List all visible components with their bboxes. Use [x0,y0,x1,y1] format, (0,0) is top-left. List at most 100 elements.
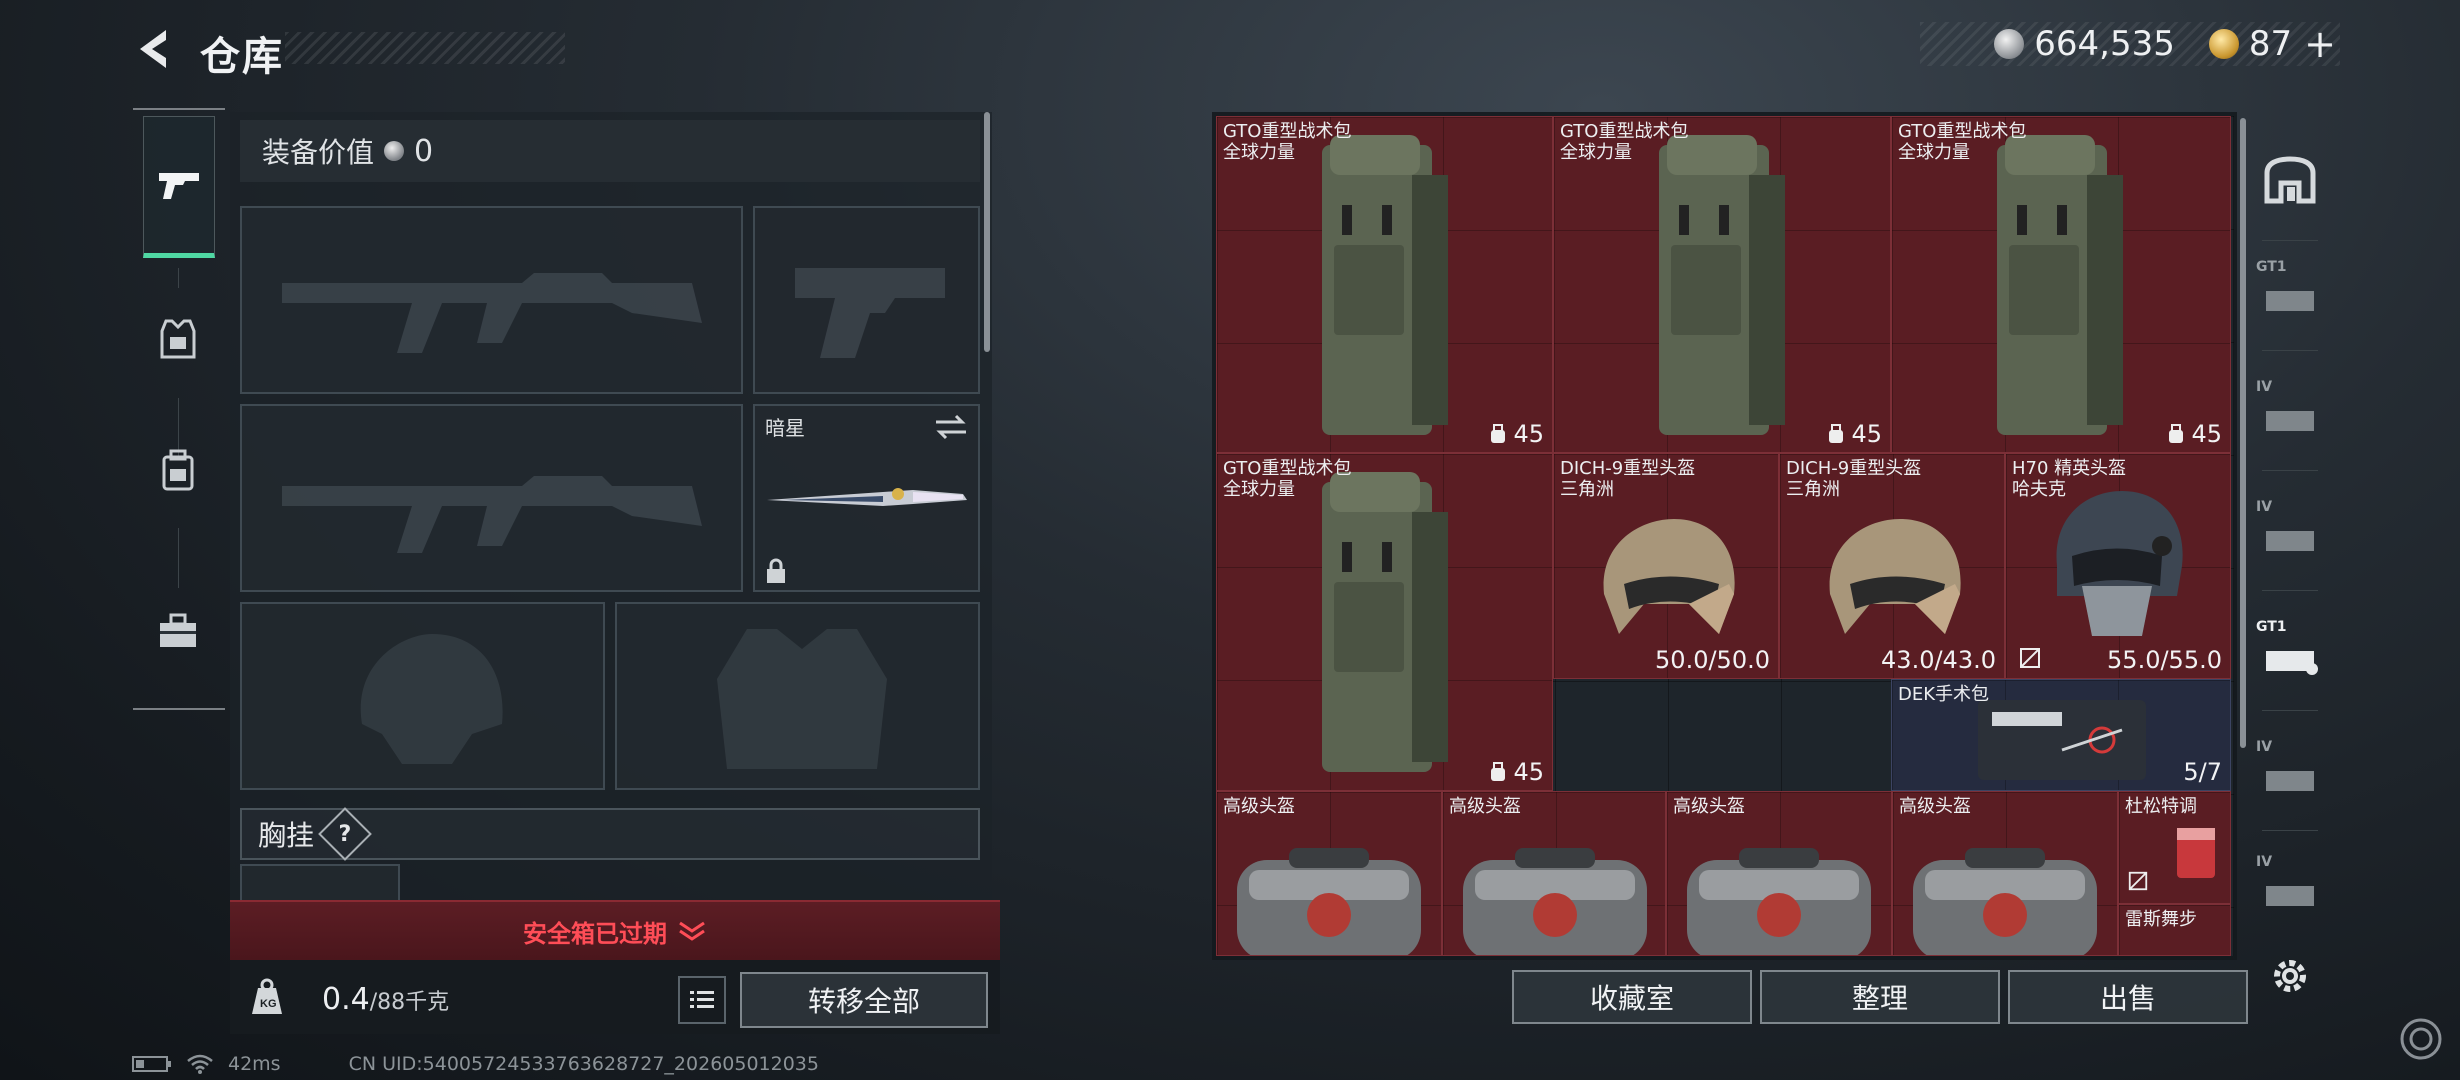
item-name: GTO重型战术包 [1560,121,1689,142]
rifle-silhouette-icon [282,273,702,353]
primary-weapon-slot[interactable] [240,206,743,394]
item-name: DEK手术包 [1898,684,1990,705]
stash-page-icon [2266,651,2318,675]
stash-page-tag: GT1 [2256,619,2287,635]
user-uid: CN UID:54005724533763628727_202605012035 [348,1053,819,1075]
transfer-all-button[interactable]: 转移全部 [740,972,988,1028]
tab-weapons[interactable] [143,116,215,258]
stash-item-medkit[interactable]: DEK手术包 5/7 [1891,679,2231,791]
item-brand: 全球力量 [1223,479,1295,500]
stash-item-backpack[interactable]: GTO重型战术包 全球力量 45 [1216,453,1553,791]
stash-item-backpack[interactable]: GTO重型战术包 全球力量 45 [1891,116,2231,453]
tab-backpack[interactable] [143,436,213,506]
lock-icon [767,558,785,583]
stash-page-icon [2266,771,2314,791]
silver-coin-icon [384,141,405,161]
stash-item-consumable[interactable]: 雷斯舞步 [2118,904,2231,956]
item-name: 高级头盔 [1899,796,1971,817]
no-repair-icon [2128,871,2148,891]
knife-icon [767,488,967,506]
list-view-button[interactable] [678,976,726,1024]
tab-stash-page-5[interactable]: IV [2250,735,2330,815]
weight-max: /88千克 [369,990,450,1015]
stash-item-case[interactable]: 高级头盔 [1666,791,1892,956]
item-count: 45 [1513,758,1544,786]
tab-stash-page-2[interactable]: IV [2250,375,2330,455]
stash-item-case[interactable]: 高级头盔 [1892,791,2118,956]
stash-item-case[interactable]: 高级头盔 [1216,791,1442,956]
swap-icon[interactable] [934,414,968,440]
stash-page-tag: IV [2256,499,2273,515]
list-icon [690,991,714,1008]
help-button[interactable]: ? [318,807,372,861]
item-brand: 全球力量 [1898,142,1970,163]
item-name: 高级头盔 [1449,796,1521,817]
stash-item-drink[interactable]: 杜松特调 [2118,791,2231,904]
sort-button[interactable]: 整理 [1760,970,2000,1024]
gold-balance: 87 [2248,24,2293,64]
durability: 55.0/55.0 [2107,646,2222,674]
tab-stash-page-4-active[interactable]: GT1 [2250,615,2330,695]
item-count: 45 [2191,420,2222,448]
backpack-icon [1322,472,1448,772]
item-brand: 全球力量 [1560,142,1632,163]
stash-page-tag: IV [2256,379,2273,395]
no-repair-icon [2020,648,2040,668]
capacity-icon [1829,424,1844,443]
chest-rig-subslot[interactable] [240,864,400,904]
stash-item-helmet[interactable]: DICH-9重型头盔 三角洲 43.0/43.0 [1779,453,2005,679]
safe-box-status: 安全箱已过期 [523,919,667,948]
back-button[interactable] [130,24,180,74]
item-name: 雷斯舞步 [2125,909,2197,930]
helmet-icon [1603,519,1735,634]
rail-divider [133,108,225,110]
capacity-bar: KG 0.4/88千克 转移全部 [230,960,1000,1034]
tab-stash-page-6[interactable]: IV [2250,850,2330,930]
stash-page-tag: IV [2256,854,2273,870]
chest-rig-slot[interactable]: 胸挂 ? [240,807,980,861]
item-name: GTO重型战术包 [1898,121,2027,142]
stash-page-icon [2266,886,2314,906]
tab-stash-page-1[interactable]: GT1 [2250,255,2330,335]
target-icon[interactable] [2398,1016,2444,1062]
collection-room-button[interactable]: 收藏室 [1512,970,1752,1024]
stash-item-backpack[interactable]: GTO重型战术包 全球力量 45 [1553,116,1891,453]
capacity-icon [2169,424,2184,443]
chest-rig-label: 胸挂 [258,819,315,852]
helmet-slot[interactable] [240,602,605,790]
tab-case[interactable] [143,596,213,666]
body-armor-slot[interactable] [615,602,980,790]
sell-button[interactable]: 出售 [2008,970,2248,1024]
item-name: 高级头盔 [1223,796,1295,817]
melee-slot[interactable]: 暗星 [753,404,980,592]
settings-button[interactable] [2250,936,2330,1016]
loadout-panel: 装备价值 0 暗星 胸挂 ? [230,112,992,904]
backpack-icon [1322,135,1448,435]
gold-coin-icon [2208,29,2239,59]
gold-add-button[interactable]: + [2304,22,2336,66]
item-count: 45 [1851,420,1882,448]
battery-icon [132,1056,171,1072]
stash-page-icon [2266,531,2314,551]
safe-box-status-bar[interactable]: 安全箱已过期 [230,900,1000,960]
rifle-silhouette-icon [282,476,702,553]
secondary-weapon-slot[interactable] [240,404,743,592]
tab-armor[interactable] [143,304,213,374]
stash-item-case[interactable]: 高级头盔 [1442,791,1666,956]
item-name: 杜松特调 [2125,796,2197,817]
tab-stash-home[interactable] [2250,140,2330,220]
stash-page-icon [2266,411,2314,431]
system-status-bar: 42ms CN UID:54005724533763628727_2026050… [132,1052,819,1076]
pistol-slot[interactable] [753,206,980,394]
stash-page-tag: GT1 [2256,259,2287,275]
pistol-silhouette-icon [795,268,945,358]
page-title: 仓库 [200,34,284,80]
item-brand: 全球力量 [1223,142,1295,163]
title-decoration [285,32,565,64]
tab-stash-page-3[interactable]: IV [2250,495,2330,575]
stash-item-helmet[interactable]: H70 精英头盔 哈夫克 55.0/55.0 [2005,453,2231,679]
loadout-scrollbar[interactable] [984,112,990,352]
stash-item-backpack[interactable]: GTO重型战术包 全球力量 45 [1216,116,1553,453]
stash-item-helmet[interactable]: DICH-9重型头盔 三角洲 50.0/50.0 [1553,453,1779,679]
stash-scrollbar[interactable] [2240,118,2246,748]
